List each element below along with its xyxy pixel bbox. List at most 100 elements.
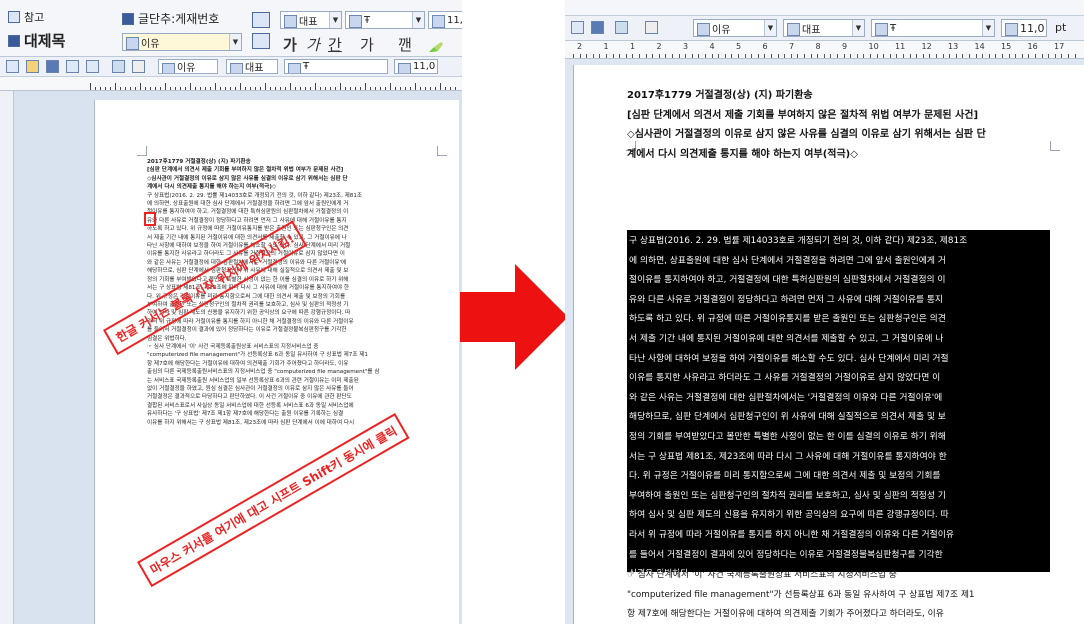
style-combo-small[interactable]: 이유 [158, 59, 218, 74]
redo-icon[interactable] [645, 21, 658, 34]
ruler-tick [440, 83, 441, 90]
ruler-tick [140, 83, 141, 90]
ruler-tick [370, 87, 371, 90]
outline-button[interactable]: 깬 [398, 34, 412, 55]
redo-icon[interactable] [132, 60, 145, 73]
ruler-tick [599, 54, 600, 58]
chevron-down-icon[interactable]: ▼ [764, 20, 776, 36]
left-ruler[interactable] [0, 77, 462, 91]
undo-icon[interactable] [112, 60, 125, 73]
text-line: 서 제출 기간 내에 통지된 거절이유에 대한 의견서를 제출할 수 있고, 그… [629, 333, 944, 344]
ruler-tick [295, 87, 296, 90]
text-line: 라서 위 규정에 따라 거절이유를 통지를 하지 아니한 채 거절결정의 이유와… [629, 529, 954, 540]
style-gallery-icon[interactable] [252, 12, 270, 28]
preview-icon[interactable] [86, 60, 99, 73]
text-line: 라서 위 규정에 따라 거절이유를 통지를 하지 아니한 채 거절결정의 이유와… [147, 318, 354, 325]
print-icon[interactable] [66, 60, 79, 73]
ruler-tick [185, 87, 186, 90]
ruler-number: 12 [921, 42, 932, 51]
chevron-down-icon[interactable]: ▼ [229, 34, 241, 50]
chevron-down-icon[interactable]: ▼ [852, 20, 864, 36]
ruler-tick [890, 54, 891, 58]
ruler-tick [586, 54, 587, 58]
ruler-tick [857, 54, 858, 58]
ruler-tick [175, 87, 176, 90]
ruler-tick [270, 87, 271, 90]
font-name-combo-small[interactable]: Ŧ [284, 59, 388, 74]
font-size-combo[interactable]: 11,0 [1001, 19, 1047, 37]
ruler-tick [573, 54, 574, 58]
ruler-tick [1055, 54, 1056, 58]
italic-button[interactable]: 가 [306, 34, 320, 55]
print-icon[interactable] [571, 21, 584, 34]
ruler-tick [685, 54, 686, 58]
text-line: 출심의 다른 국제등록출원서비스표의 지정서비스업 중 "computerize… [147, 369, 380, 376]
ruler-tick [824, 54, 825, 58]
ruler-tick [929, 54, 930, 58]
font-size-combo-small[interactable]: 11,0 [394, 59, 438, 74]
save-icon[interactable] [46, 60, 59, 73]
chevron-down-icon[interactable]: ▼ [329, 12, 341, 28]
font-name-combo[interactable]: Ŧ ▼ [345, 11, 425, 29]
open-folder-icon[interactable] [26, 60, 39, 73]
save-icon[interactable] [591, 21, 604, 34]
ref-menu-item[interactable]: 참고 [8, 9, 44, 25]
ruler-tick [290, 83, 291, 90]
font-face-combo-small[interactable]: 대표 [226, 59, 278, 74]
left-vertical-ruler[interactable] [0, 91, 14, 624]
ruler-tick [1042, 54, 1043, 58]
ruler-tick [390, 83, 391, 90]
issue-line: 계에서 다시 의견제출 통지를 해야 하는지 여부(적극)◇ [147, 184, 277, 191]
text-line: 정의 기회를 부여받았다고 볼만한 특별한 사정이 없는 한 이를 심결의 이유… [629, 431, 946, 442]
ruler-tick [330, 87, 331, 90]
strike-button[interactable]: 가 [360, 34, 374, 55]
text-line: 다. 위 규정은 거절이유를 미리 통지함으로써 그에 대한 의견서 제출 및 … [629, 471, 941, 482]
ruler-tick [245, 87, 246, 90]
chevron-down-icon[interactable]: ▼ [982, 20, 994, 36]
ruler-tick [1015, 54, 1016, 58]
ruler-tick [435, 87, 436, 90]
style-combo[interactable]: 이유 ▼ [122, 33, 242, 51]
left-document-page[interactable]: 2017후1779 거절결정(상) (지) 파기환송 [심판 단계에서 의견서 … [94, 100, 459, 624]
font-name-combo[interactable]: Ŧ ▼ [871, 19, 995, 37]
bullet-style-item[interactable]: 글단추:게재번호 [122, 10, 219, 27]
font-face-combo[interactable]: 대표 ▼ [783, 19, 865, 37]
ruler-tick [400, 87, 401, 90]
text-line: 절이유를 통지하여야 하고, 거절결정에 대한 특허심판원의 심판절차에서 거절… [147, 209, 349, 216]
ref-icon [8, 11, 20, 23]
ruler-tick [1048, 54, 1049, 58]
new-doc-icon[interactable] [6, 60, 19, 73]
ruler-tick [300, 87, 301, 90]
chevron-down-icon[interactable]: ▼ [412, 12, 424, 28]
ruler-tick [910, 54, 911, 58]
highlight-pen-icon[interactable] [428, 38, 444, 52]
font-face-combo[interactable]: 대표 ▼ [280, 11, 342, 29]
text-line: 결합된 서비스표로서 사실상 동일 서비스업에 대한 선등록 서비스표 6과 동… [147, 402, 354, 409]
right-ruler[interactable]: 2 1 1 2 3 4 5 6 7 8 9 10 11 12 13 14 15 16 17 [565, 41, 1084, 59]
ruler-tick [215, 83, 216, 90]
ruler-tick [1002, 54, 1003, 58]
heading-style-item[interactable]: 대제목 [8, 30, 65, 51]
ruler-tick [646, 54, 647, 58]
undo-icon[interactable] [615, 21, 628, 34]
text-line: 거절결정은 결과적으로 타당하다고 판단하였다. 이 사건 거절이유 중 이유에… [147, 394, 352, 401]
ruler-tick [751, 54, 752, 58]
style-combo[interactable]: 이유 ▼ [693, 19, 777, 37]
text-line: 절이유를 통지하여야 하고, 거절결정에 대한 특허심판원의 심판절차에서 거절… [629, 275, 946, 286]
style-edit-icon[interactable] [252, 33, 270, 49]
left-toolbar: 이유 대표 Ŧ 11,0 [0, 57, 462, 77]
ruler-tick [580, 54, 581, 58]
ruler-tick [1022, 54, 1023, 58]
text-line: 유와 다른 사유로 거절결정이 정당하다고 하려면 먼저 그 사유에 대해 거절… [147, 217, 347, 224]
ruler-tick [405, 87, 406, 90]
ruler-tick [365, 83, 366, 90]
ruler-tick [916, 54, 917, 58]
ruler-tick [230, 87, 231, 90]
bold-button[interactable]: 가 [283, 34, 297, 55]
ruler-tick [240, 83, 241, 90]
ruler-number: 5 [736, 42, 742, 51]
underline-button[interactable]: 간 [328, 34, 342, 55]
selected-paragraph[interactable]: 구 상표법(2016. 2. 29. 법률 제14033호로 개정되기 전의 것… [629, 232, 1049, 585]
font-size-combo[interactable]: 11,0 [428, 11, 462, 29]
ruler-tick [665, 54, 666, 58]
